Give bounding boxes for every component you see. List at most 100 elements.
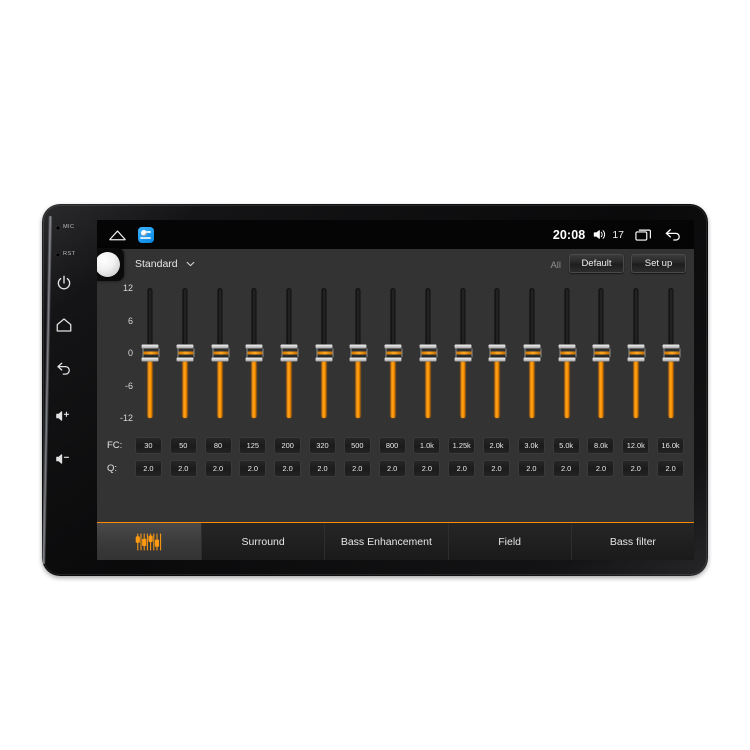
- equalizer-sliders-panel: 12 6 0 -6 -12: [97, 280, 694, 435]
- q-value-cell[interactable]: 2.0: [169, 459, 197, 477]
- q-value-cell[interactable]: 2.0: [448, 459, 476, 477]
- bottom-tab-bar: Surround Bass Enhancement Field Bass filter: [97, 522, 694, 560]
- slider-thumb[interactable]: [280, 344, 299, 362]
- eq-band-slider[interactable]: [133, 280, 168, 435]
- back-icon[interactable]: [664, 227, 683, 242]
- slider-fill: [564, 353, 570, 418]
- volume-icon[interactable]: [593, 228, 607, 241]
- q-value-cell[interactable]: 2.0: [657, 459, 685, 477]
- slider-thumb[interactable]: [141, 344, 160, 362]
- fc-value-cell[interactable]: 2.0k: [483, 436, 511, 454]
- clock: 20:08: [552, 227, 586, 242]
- eq-band-slider[interactable]: [653, 280, 688, 435]
- eq-band-slider[interactable]: [549, 280, 584, 435]
- slider-thumb[interactable]: [176, 344, 195, 362]
- slider-thumb[interactable]: [523, 344, 542, 362]
- eq-band-slider[interactable]: [411, 280, 446, 435]
- slider-thumb[interactable]: [592, 344, 611, 362]
- recents-icon[interactable]: [635, 228, 652, 242]
- volume-up-icon[interactable]: [54, 407, 72, 425]
- eq-band-slider[interactable]: [584, 280, 619, 435]
- slider-thumb[interactable]: [211, 344, 230, 362]
- fc-value-cell[interactable]: 125: [239, 436, 267, 454]
- fc-value-cell[interactable]: 200: [274, 436, 302, 454]
- slider-thumb[interactable]: [488, 344, 507, 362]
- reset-label: RST: [63, 251, 76, 257]
- slider-thumb[interactable]: [419, 344, 438, 362]
- back-icon[interactable]: [55, 358, 73, 376]
- slider-thumb[interactable]: [662, 344, 681, 362]
- fc-value-cell[interactable]: 500: [343, 436, 371, 454]
- eq-band-slider[interactable]: [341, 280, 376, 435]
- q-value-cell[interactable]: 2.0: [413, 459, 441, 477]
- tab-bass-enhancement[interactable]: Bass Enhancement: [325, 523, 449, 560]
- eq-band-slider[interactable]: [515, 280, 550, 435]
- q-value-cell[interactable]: 2.0: [308, 459, 336, 477]
- slider-thumb[interactable]: [349, 344, 368, 362]
- fc-value-cell[interactable]: 1.25k: [448, 436, 476, 454]
- setup-button[interactable]: Set up: [631, 254, 686, 273]
- tab-bass-filter[interactable]: Bass filter: [571, 523, 694, 560]
- slider-fill: [529, 353, 535, 418]
- volume-down-icon[interactable]: [54, 450, 72, 468]
- tab-equalizer[interactable]: [97, 523, 202, 560]
- fc-value-cell[interactable]: 5.0k: [552, 436, 580, 454]
- eq-band-slider[interactable]: [376, 280, 411, 435]
- rotary-knob[interactable]: [97, 248, 124, 281]
- slider-thumb[interactable]: [384, 344, 403, 362]
- q-value-cell[interactable]: 2.0: [587, 459, 615, 477]
- fc-value-cell[interactable]: 50: [169, 436, 197, 454]
- q-value-cell[interactable]: 2.0: [378, 459, 406, 477]
- fc-value-cell[interactable]: 12.0k: [622, 436, 650, 454]
- slider-fill: [390, 353, 396, 418]
- slider-bank: [133, 280, 688, 435]
- q-value-cell[interactable]: 2.0: [552, 459, 580, 477]
- fc-value-cell[interactable]: 320: [308, 436, 336, 454]
- tab-surround[interactable]: Surround: [202, 523, 326, 560]
- eq-band-slider[interactable]: [445, 280, 480, 435]
- home-icon[interactable]: [55, 316, 73, 334]
- fc-value-cell[interactable]: 16.0k: [657, 436, 685, 454]
- slider-thumb[interactable]: [558, 344, 577, 362]
- slider-fill: [668, 353, 674, 418]
- eq-band-slider[interactable]: [619, 280, 654, 435]
- q-value-cell[interactable]: 2.0: [517, 459, 545, 477]
- default-button[interactable]: Default: [569, 254, 624, 273]
- fc-value-cell[interactable]: 80: [204, 436, 232, 454]
- tab-label: Bass filter: [609, 535, 656, 548]
- fc-value-cell[interactable]: 1.0k: [413, 436, 441, 454]
- eq-band-slider[interactable]: [202, 280, 237, 435]
- power-icon[interactable]: [55, 274, 73, 292]
- mic-label: MIC: [63, 224, 75, 230]
- q-value-cell[interactable]: 2.0: [274, 459, 302, 477]
- slider-thumb[interactable]: [245, 344, 264, 362]
- eq-band-slider[interactable]: [168, 280, 203, 435]
- home-icon[interactable]: [108, 228, 127, 242]
- bluetooth-app-icon[interactable]: [138, 226, 154, 243]
- fc-value-cell[interactable]: 30: [134, 436, 162, 454]
- slider-thumb[interactable]: [454, 344, 473, 362]
- q-value-cell[interactable]: 2.0: [239, 459, 267, 477]
- q-value-cell[interactable]: 2.0: [204, 459, 232, 477]
- fc-row: FC: 30 50 80 125 200 320 500 800 1.0k 1.25k 2.0k 3.…: [105, 435, 688, 455]
- fc-value-cell[interactable]: 8.0k: [587, 436, 615, 454]
- fc-value-cell[interactable]: 3.0k: [517, 436, 545, 454]
- eq-band-slider[interactable]: [272, 280, 307, 435]
- q-value-cell[interactable]: 2.0: [483, 459, 511, 477]
- eq-band-slider[interactable]: [237, 280, 272, 435]
- q-value-cell[interactable]: 2.0: [343, 459, 371, 477]
- q-value-cell[interactable]: 2.0: [622, 459, 650, 477]
- slider-fill: [460, 353, 466, 418]
- reset-hole[interactable]: [56, 253, 60, 257]
- slider-thumb[interactable]: [627, 344, 646, 362]
- all-label[interactable]: All: [550, 260, 561, 271]
- slider-thumb[interactable]: [315, 344, 334, 362]
- eq-band-slider[interactable]: [306, 280, 341, 435]
- eq-band-slider[interactable]: [480, 280, 515, 435]
- slider-fill: [598, 353, 604, 418]
- bezel-highlight: [41, 216, 53, 564]
- fc-value-cell[interactable]: 800: [378, 436, 406, 454]
- preset-selector[interactable]: Standard: [135, 258, 195, 270]
- tab-field[interactable]: Field: [448, 523, 572, 560]
- q-value-cell[interactable]: 2.0: [134, 459, 162, 477]
